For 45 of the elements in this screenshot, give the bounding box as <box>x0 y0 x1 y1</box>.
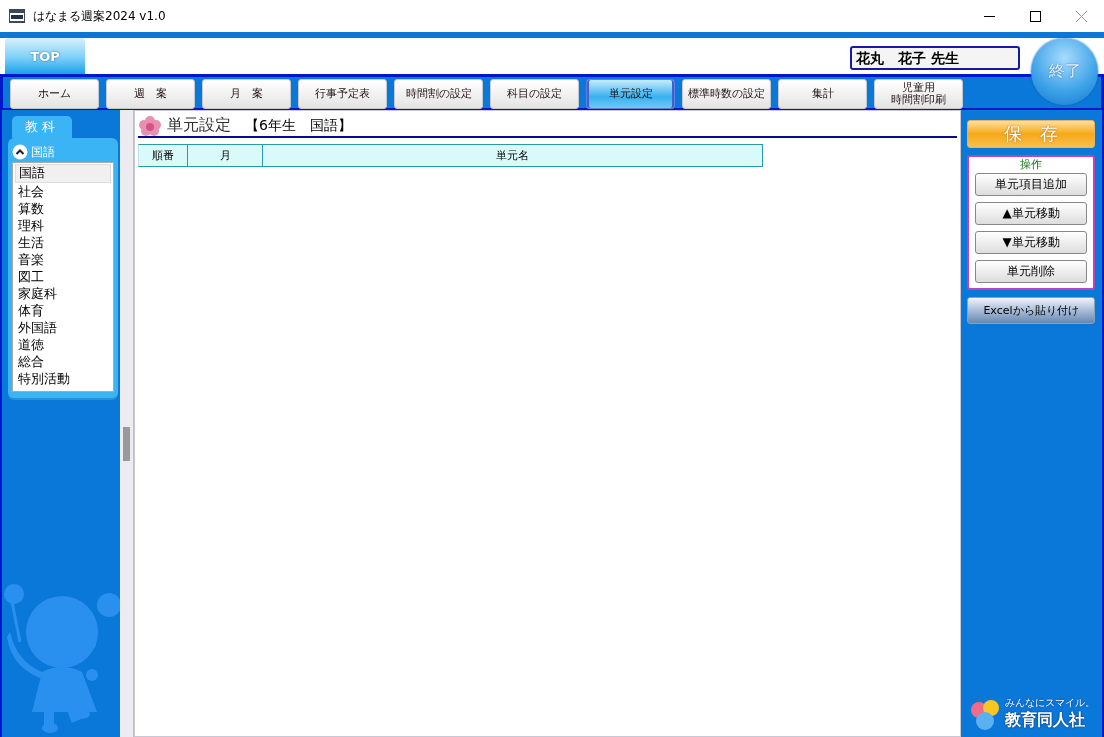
logo-tagline: みんなにスマイル。 <box>1005 696 1095 710</box>
subject-item[interactable]: 音楽 <box>15 251 111 268</box>
column-header: 月 <box>188 144 263 167</box>
nav-tab[interactable]: 科目の設定 <box>490 79 579 109</box>
nav-tab[interactable]: 行事予定表 <box>298 79 387 109</box>
subject-item[interactable]: 理科 <box>15 217 111 234</box>
column-header: 単元名 <box>263 144 763 167</box>
operation-button[interactable]: 単元項目追加 <box>975 173 1087 196</box>
subject-item[interactable]: 家庭科 <box>15 285 111 302</box>
company-name: 教育同人社 <box>1005 710 1085 731</box>
grade-subject-label: 【6年生 国語】 <box>245 116 352 135</box>
maximize-icon[interactable] <box>1029 10 1041 22</box>
nav-tab[interactable]: 週 案 <box>106 79 195 109</box>
nav-tab[interactable]: 集計 <box>778 79 867 109</box>
operation-button[interactable]: 単元削除 <box>975 260 1087 283</box>
paste-button[interactable]: Excelから貼り付け <box>967 297 1095 324</box>
nav-tab[interactable]: 標準時数の設定 <box>682 79 771 109</box>
subject-item[interactable]: 総合 <box>15 353 111 370</box>
operation-button[interactable]: ▼単元移動 <box>975 231 1087 254</box>
section-title: 単元設定 <box>167 115 231 136</box>
teacher-name-field: 花丸 花子 先生 <box>850 46 1020 70</box>
close-icon[interactable] <box>1075 10 1087 22</box>
nav-tab[interactable]: 時間割の設定 <box>394 79 483 109</box>
splitter-handle[interactable] <box>123 426 130 461</box>
subject-item[interactable]: 社会 <box>15 183 111 200</box>
minimize-icon[interactable] <box>983 15 995 17</box>
chevron-up-icon[interactable] <box>12 144 28 160</box>
subject-item[interactable]: 外国語 <box>15 319 111 336</box>
flower-icon <box>139 115 161 136</box>
app-icon <box>9 9 25 23</box>
nav-tab[interactable]: ホーム <box>10 79 99 109</box>
column-header: 順番 <box>138 144 188 167</box>
nav-tab[interactable]: 児童用 時間割印刷 <box>874 79 963 109</box>
subject-item[interactable]: 特別活動 <box>15 370 111 387</box>
nav-tab[interactable]: 月 案 <box>202 79 291 109</box>
subject-item[interactable]: 国語 <box>15 164 111 183</box>
subject-item[interactable]: 算数 <box>15 200 111 217</box>
nav-tab[interactable]: 単元設定 <box>586 79 675 109</box>
subject-item[interactable]: 道徳 <box>15 336 111 353</box>
operations-title: 操作 <box>1019 158 1043 171</box>
subject-item[interactable]: 体育 <box>15 302 111 319</box>
subject-item[interactable]: 生活 <box>15 234 111 251</box>
subject-item[interactable]: 図工 <box>15 268 111 285</box>
window-title: はなまる週案2024 v1.0 <box>33 7 166 25</box>
operation-button[interactable]: ▲単元移動 <box>975 202 1087 225</box>
